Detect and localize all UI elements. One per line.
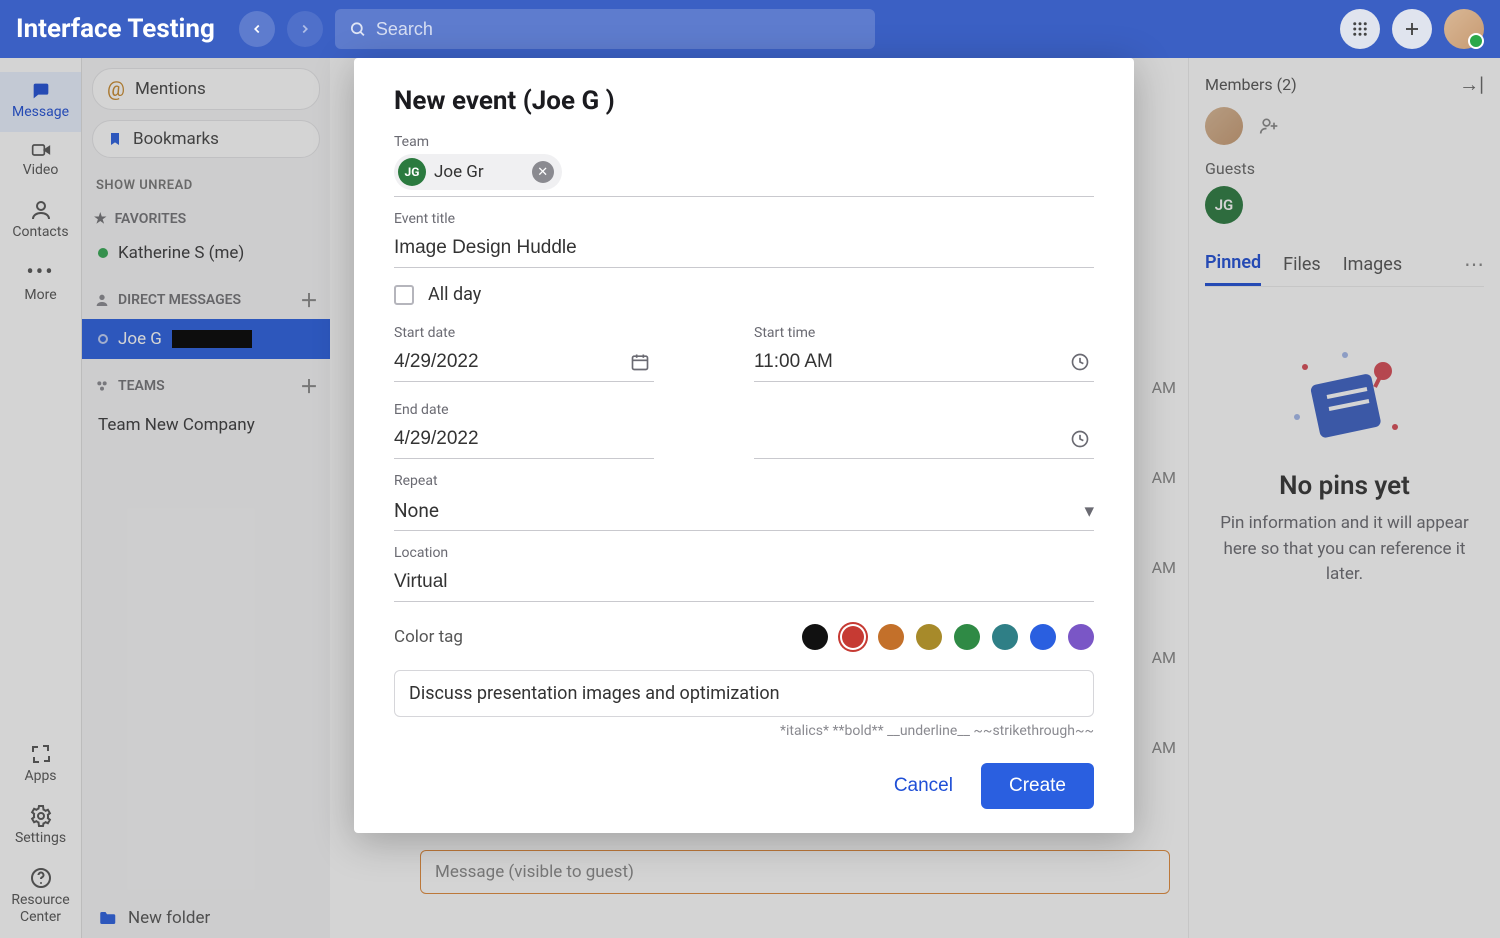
search-icon bbox=[349, 20, 366, 38]
color-tag-row: Color tag ✓ bbox=[394, 624, 1094, 650]
color-swatch[interactable] bbox=[992, 624, 1018, 650]
new-event-modal: New event (Joe G ) Team JG Joe Gr ✕ Even… bbox=[354, 58, 1134, 833]
nav-forward-button[interactable] bbox=[287, 11, 323, 47]
app-title: Interface Testing bbox=[16, 14, 215, 44]
color-swatch[interactable] bbox=[1068, 624, 1094, 650]
clock-icon[interactable] bbox=[1070, 352, 1090, 372]
team-field[interactable]: JG Joe Gr ✕ bbox=[394, 154, 1094, 197]
description-text: Discuss presentation images and optimiza… bbox=[409, 683, 780, 704]
nav-back-button[interactable] bbox=[239, 11, 275, 47]
end-date-label: End date bbox=[394, 402, 654, 418]
event-title-input[interactable] bbox=[394, 231, 1094, 268]
location-label: Location bbox=[394, 545, 1094, 561]
end-time-input[interactable] bbox=[754, 422, 1094, 459]
plus-icon bbox=[1403, 20, 1421, 38]
create-button[interactable]: Create bbox=[981, 763, 1094, 809]
all-day-label: All day bbox=[428, 284, 481, 305]
dialpad-button[interactable] bbox=[1340, 9, 1380, 49]
markdown-hint: *italics* **bold** __underline__ ~~strik… bbox=[394, 723, 1094, 739]
start-date-label: Start date bbox=[394, 325, 654, 341]
end-date-input[interactable] bbox=[394, 422, 654, 459]
modal-title: New event (Joe G ) bbox=[394, 86, 1094, 116]
chip-remove-button[interactable]: ✕ bbox=[532, 161, 554, 183]
color-swatch[interactable] bbox=[1030, 624, 1056, 650]
location-input[interactable] bbox=[394, 565, 1094, 602]
team-label: Team bbox=[394, 134, 1094, 150]
color-tag-label: Color tag bbox=[394, 627, 463, 647]
clock-icon[interactable] bbox=[1070, 429, 1090, 449]
dialpad-icon bbox=[1351, 20, 1369, 38]
search-input[interactable] bbox=[376, 19, 861, 40]
chip-name: Joe Gr bbox=[434, 162, 484, 182]
color-swatch[interactable]: ✓ bbox=[840, 624, 866, 650]
all-day-checkbox[interactable]: All day bbox=[394, 284, 1094, 305]
start-date-input[interactable] bbox=[394, 345, 654, 382]
color-swatch[interactable] bbox=[802, 624, 828, 650]
start-time-input[interactable] bbox=[754, 345, 1094, 382]
new-button[interactable] bbox=[1392, 9, 1432, 49]
search-field[interactable] bbox=[335, 9, 875, 49]
calendar-icon[interactable] bbox=[630, 352, 650, 372]
event-title-label: Event title bbox=[394, 211, 1094, 227]
chevron-down-icon: ▾ bbox=[1084, 499, 1094, 522]
color-swatch[interactable] bbox=[954, 624, 980, 650]
team-chip[interactable]: JG Joe Gr ✕ bbox=[394, 154, 562, 190]
repeat-label: Repeat bbox=[394, 473, 1094, 489]
checkbox-icon bbox=[394, 285, 414, 305]
topbar: Interface Testing bbox=[0, 0, 1500, 58]
chip-avatar: JG bbox=[398, 158, 426, 186]
color-swatch[interactable] bbox=[916, 624, 942, 650]
start-time-label: Start time bbox=[754, 325, 1094, 341]
repeat-select[interactable]: None ▾ bbox=[394, 493, 1094, 531]
color-swatches: ✓ bbox=[802, 624, 1094, 650]
user-avatar[interactable] bbox=[1444, 9, 1484, 49]
chevron-right-icon bbox=[298, 22, 312, 36]
end-time-label bbox=[754, 402, 1094, 418]
cancel-button[interactable]: Cancel bbox=[894, 775, 953, 797]
repeat-value: None bbox=[394, 499, 439, 522]
color-swatch[interactable] bbox=[878, 624, 904, 650]
description-input[interactable]: Discuss presentation images and optimiza… bbox=[394, 670, 1094, 717]
chevron-left-icon bbox=[250, 22, 264, 36]
